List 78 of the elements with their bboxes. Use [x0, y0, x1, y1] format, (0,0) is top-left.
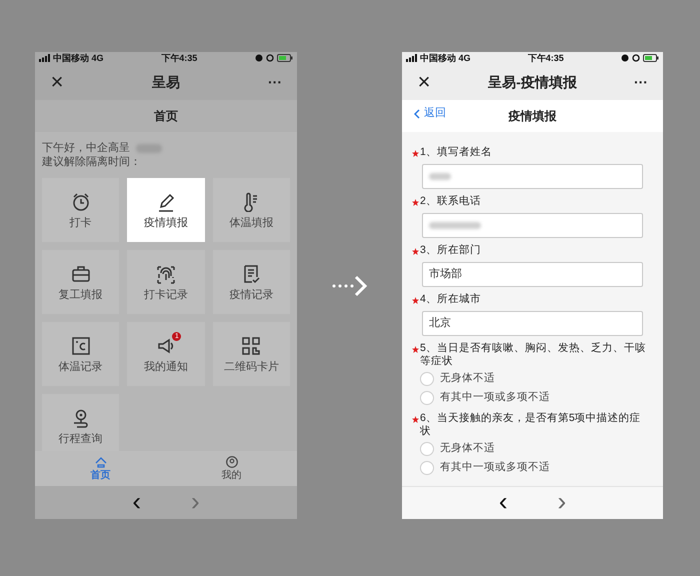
carrier-text: 中国移动 4G: [420, 54, 471, 62]
status-time: 下午4:35: [528, 54, 564, 62]
question-label: 6、当天接触的亲友，是否有第5项中描述的症状: [420, 412, 642, 438]
more-button[interactable]: ···: [265, 75, 285, 89]
tile-label: 疫情填报: [144, 218, 188, 228]
tile-label: 我的通知: [144, 362, 188, 372]
tile-label: 行程查询: [58, 434, 103, 444]
input-field[interactable]: [422, 213, 643, 238]
back-button[interactable]: ‹: [498, 488, 508, 518]
status-time: 下午4:35: [161, 54, 198, 62]
question-label: 4、所在城市: [420, 293, 482, 306]
menu-tile[interactable]: 二维码卡片: [212, 322, 290, 386]
tile-label: 打卡记录: [144, 290, 188, 300]
tile-label: 打卡: [70, 218, 92, 228]
option-label: 有其中一项或多项不适: [440, 390, 550, 405]
alarm-clock-icon: [70, 192, 91, 212]
battery-icon: [277, 54, 293, 62]
window-title: 呈易-疫情填报: [488, 72, 577, 92]
required-star-icon: [412, 346, 419, 353]
tile-label: 体温记录: [58, 362, 103, 372]
menu-tile[interactable]: 打卡: [42, 178, 120, 242]
signal-icon: [39, 54, 51, 62]
arrow-icon: [332, 274, 368, 296]
option-label: 无身体不适: [440, 370, 495, 386]
menu-tile[interactable]: 复工填报: [42, 250, 120, 314]
menu-tile[interactable]: 疫情记录: [212, 250, 290, 314]
window-title: 呈易: [152, 72, 180, 92]
blurred-text: [429, 222, 481, 229]
menu-tile[interactable]: 体温记录: [42, 322, 120, 386]
tile-label: 疫情记录: [229, 290, 274, 300]
question-label: 3、所在部门: [420, 244, 482, 257]
speaker-icon: [156, 336, 176, 356]
menu-tile[interactable]: 疫情填报: [127, 178, 205, 242]
input-field[interactable]: 北京: [422, 311, 643, 336]
menu-tile[interactable]: 体温填报: [212, 178, 290, 242]
back-button[interactable]: ‹: [132, 488, 141, 518]
tile-label: 体温填报: [229, 218, 274, 228]
question-label: 1、填写者姓名: [420, 146, 493, 159]
required-star-icon: [412, 297, 419, 304]
home-icon: [94, 456, 106, 468]
isolation-note: 建议解除隔离时间：: [42, 155, 142, 169]
signal-icon: [406, 54, 418, 62]
close-button[interactable]: ×: [47, 71, 67, 93]
option-label: 有其中一项或多项不适: [440, 460, 550, 475]
menu-tile[interactable]: 行程查询: [42, 394, 120, 451]
back-link[interactable]: 返回: [414, 108, 446, 119]
more-button[interactable]: ···: [630, 75, 651, 89]
radio-button[interactable]: [420, 460, 434, 474]
page-title: 首页: [154, 108, 178, 125]
input-field[interactable]: [422, 164, 643, 189]
greeting-text: 下午好，中企高呈: [42, 141, 130, 155]
celsius-icon: [70, 336, 91, 356]
radio-button[interactable]: [420, 442, 434, 456]
question-label: 2、联系电话: [420, 195, 482, 208]
briefcase-icon: [70, 264, 91, 284]
question-label: 5、当日是否有咳嗽、胸闷、发热、乏力、干咳等症状: [420, 342, 647, 368]
tile-label: 复工填报: [58, 290, 103, 300]
page-title: 疫情填报: [508, 108, 556, 125]
menu-tile[interactable]: 打卡记录: [127, 250, 205, 314]
forward-button[interactable]: ›: [558, 488, 566, 518]
battery-icon: [643, 54, 659, 62]
carrier-text: 中国移动 4G: [53, 54, 104, 62]
option-label: 无身体不适: [440, 440, 495, 456]
required-star-icon: [412, 199, 419, 206]
close-button[interactable]: ×: [414, 71, 434, 93]
tab-item[interactable]: 我的: [166, 451, 297, 486]
chevron-left-icon: [414, 108, 420, 118]
fingerprint-icon: [156, 264, 176, 284]
radio-button[interactable]: [420, 372, 434, 386]
qr-code-icon: [241, 336, 262, 356]
required-star-icon: [412, 150, 419, 157]
required-star-icon: [412, 416, 419, 423]
tile-label: 二维码卡片: [224, 362, 279, 372]
blurred-name: [136, 144, 162, 152]
radio-button[interactable]: [420, 390, 434, 404]
input-field[interactable]: 市场部: [422, 262, 643, 287]
blurred-text: [429, 173, 451, 180]
required-star-icon: [412, 248, 419, 255]
